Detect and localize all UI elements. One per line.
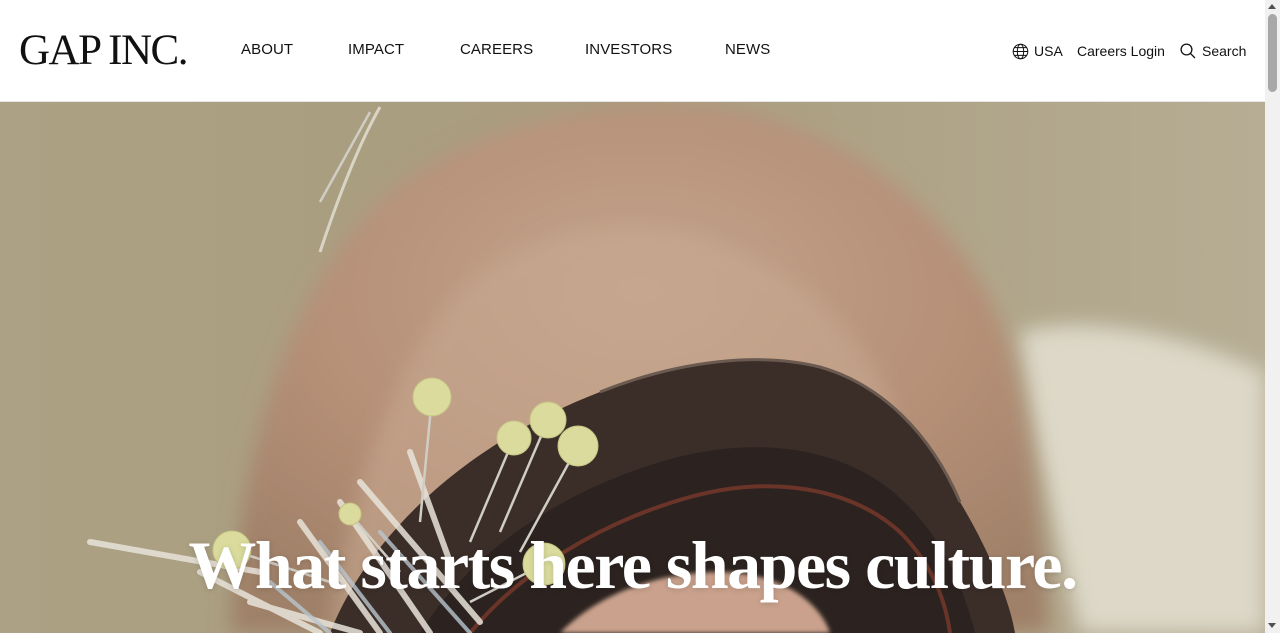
careers-login-link[interactable]: Careers Login [1077,42,1165,60]
scroll-down-arrow-icon[interactable] [1268,623,1276,628]
nav-item-about[interactable]: ABOUT [241,41,293,58]
nav-item-investors[interactable]: INVESTORS [585,41,672,58]
region-label: USA [1034,43,1063,59]
scroll-up-arrow-icon[interactable] [1268,4,1276,9]
globe-icon [1012,43,1029,60]
search-label: Search [1202,43,1247,59]
nav-item-careers[interactable]: CAREERS [460,41,533,58]
nav-item-impact[interactable]: IMPACT [348,41,404,58]
search-button[interactable]: Search [1180,42,1246,60]
hero-section: What starts here shapes culture. [0,102,1265,633]
scrollbar-thumb[interactable] [1268,14,1277,92]
page-scrollbar[interactable] [1265,0,1280,633]
region-selector[interactable]: USA [1012,42,1063,60]
search-icon [1180,43,1196,59]
site-header: GAP INC. ABOUT IMPACT CAREERS INVESTORS … [0,0,1265,102]
nav-item-news[interactable]: NEWS [725,41,770,58]
hero-headline: What starts here shapes culture. [188,527,1078,603]
gap-inc-logo[interactable]: GAP INC. [19,27,188,75]
